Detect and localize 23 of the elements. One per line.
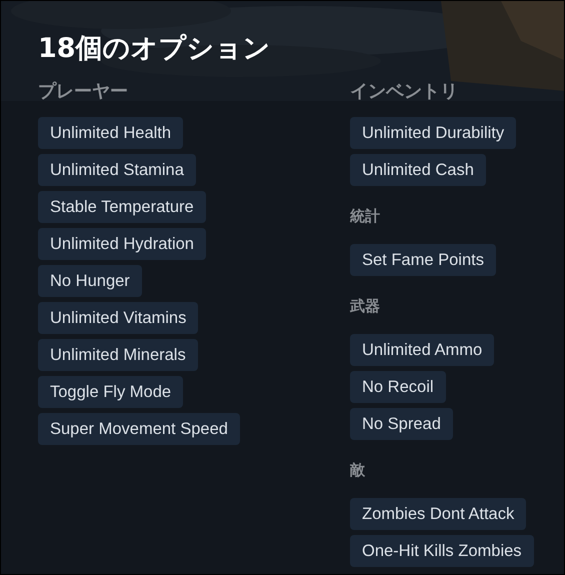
option-button[interactable]: Unlimited Cash <box>350 154 486 186</box>
section-heading: 武器 <box>350 296 381 317</box>
option-button[interactable]: Toggle Fly Mode <box>38 376 184 408</box>
option-button[interactable]: Unlimited Stamina <box>38 154 196 186</box>
option-button[interactable]: Unlimited Hydration <box>38 228 206 260</box>
option-button[interactable]: Unlimited Ammo <box>350 334 494 366</box>
section-heading: プレーヤー <box>38 81 129 103</box>
option-button[interactable]: No Recoil <box>350 371 446 403</box>
option-button[interactable]: Set Fame Points <box>350 244 496 276</box>
option-button[interactable]: Super Movement Speed <box>38 413 240 445</box>
option-button[interactable]: Unlimited Minerals <box>38 339 198 371</box>
option-button[interactable]: Zombies Dont Attack <box>350 498 526 530</box>
option-button[interactable]: Unlimited Health <box>38 117 184 149</box>
option-button[interactable]: One-Hit Kills Zombies <box>350 535 534 567</box>
option-button[interactable]: No Hunger <box>38 265 142 297</box>
option-button[interactable]: Stable Temperature <box>38 191 206 223</box>
option-button[interactable]: No Spread <box>350 408 453 440</box>
page-title: 18個のオプション <box>38 32 272 66</box>
option-button[interactable]: Unlimited Durability <box>350 117 516 149</box>
section-heading: 敵 <box>350 460 366 481</box>
section-heading: インベントリ <box>350 81 459 103</box>
option-button[interactable]: Unlimited Vitamins <box>38 302 198 334</box>
section-heading: 統計 <box>350 206 381 227</box>
